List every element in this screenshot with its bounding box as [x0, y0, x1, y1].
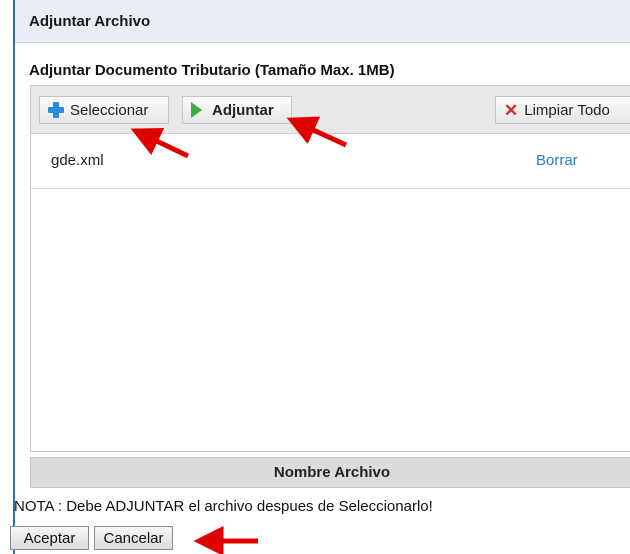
play-icon [191, 102, 202, 118]
select-file-button[interactable]: Seleccionar [39, 96, 169, 124]
file-name: gde.xml [51, 152, 104, 169]
dialog-title: Adjuntar Archivo [29, 13, 151, 30]
upload-section-title: Adjuntar Documento Tributario (Tamaño Ma… [29, 62, 395, 79]
clear-all-button[interactable]: ✕ Limpiar Todo [495, 96, 630, 124]
cancel-button[interactable]: Cancelar [94, 526, 173, 550]
attach-label: Adjuntar [212, 101, 274, 119]
accept-button[interactable]: Aceptar [10, 526, 89, 550]
delete-file-link[interactable]: Borrar [536, 152, 578, 169]
upload-toolbar: Seleccionar Adjuntar ✕ Limpiar Todo [31, 86, 630, 134]
dialog-titlebar: Adjuntar Archivo [15, 0, 630, 43]
attach-button[interactable]: Adjuntar [182, 96, 292, 124]
upload-panel: Seleccionar Adjuntar ✕ Limpiar Todo gde.… [30, 85, 630, 452]
attach-file-dialog: Adjuntar Archivo Adjuntar Documento Trib… [13, 0, 630, 554]
file-list-item: gde.xml Borrar [31, 133, 630, 189]
plus-icon [48, 102, 64, 118]
clear-all-label: Limpiar Todo [524, 101, 610, 119]
select-file-label: Seleccionar [70, 101, 149, 119]
upload-note: NOTA : Debe ADJUNTAR el archivo despues … [14, 498, 433, 515]
file-name-column-header: Nombre Archivo [30, 457, 630, 488]
x-icon: ✕ [504, 100, 519, 120]
